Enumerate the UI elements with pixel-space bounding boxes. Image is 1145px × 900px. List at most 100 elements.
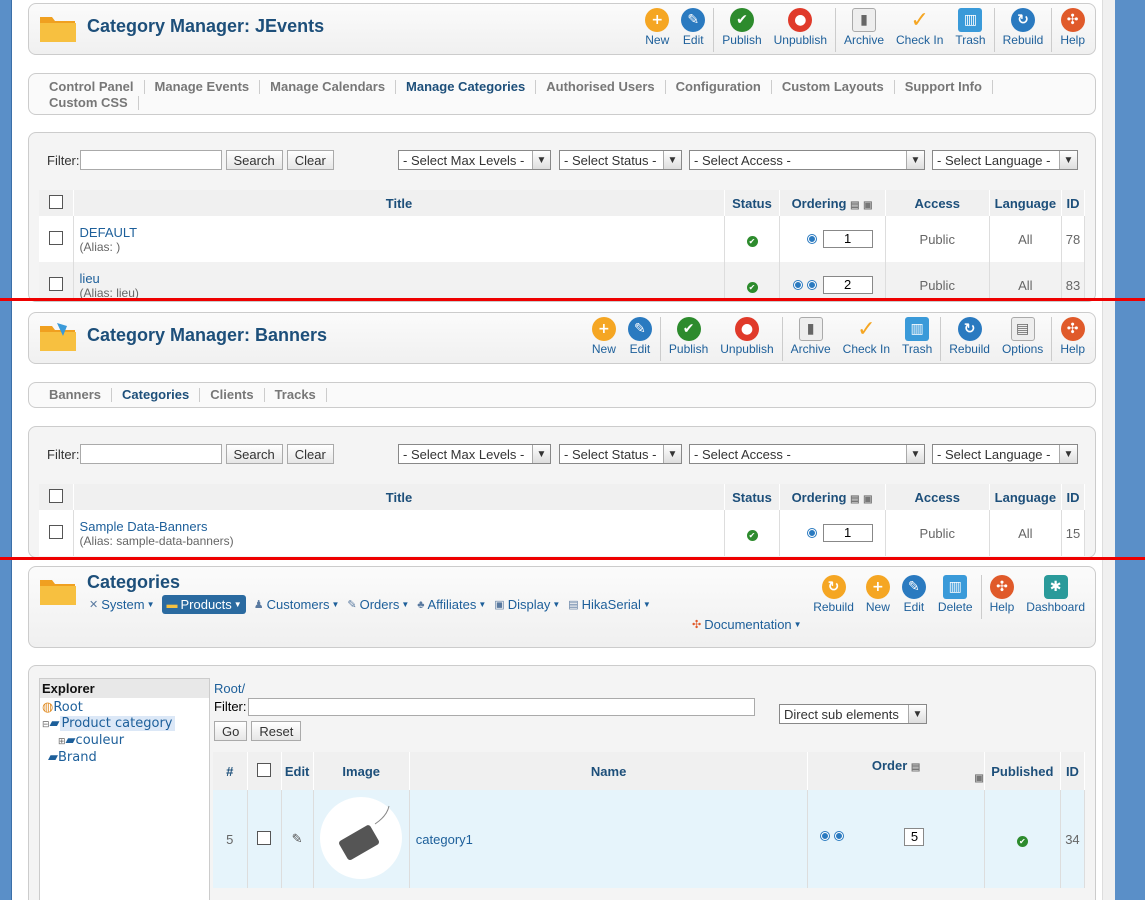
breadcrumb[interactable]: Root/ xyxy=(214,681,245,696)
tree-node-couleur[interactable]: ⊞▰couleur xyxy=(58,733,175,748)
tab-manage-events[interactable]: Manage Events xyxy=(145,80,261,94)
archive-button[interactable]: ▮ Archive xyxy=(785,317,837,356)
move-up-icon[interactable] xyxy=(821,832,830,840)
publish-button[interactable]: ✔ Publish xyxy=(716,8,767,47)
price-tag-image[interactable] xyxy=(319,796,403,880)
select-max-levels[interactable]: - Select Max Levels - ▼ xyxy=(398,444,551,464)
move-down-icon[interactable] xyxy=(808,529,817,537)
tree-node-product-category[interactable]: ⊟▰ Product category xyxy=(42,716,175,731)
publish-button[interactable]: ✔ Publish xyxy=(663,317,714,356)
help-button[interactable]: ✣ Help xyxy=(984,575,1021,614)
tab-configuration[interactable]: Configuration xyxy=(666,80,772,94)
menu-item-hikaserial[interactable]: ▤ HikaSerial ▼ xyxy=(568,597,651,612)
sort-icon[interactable]: ▤ xyxy=(850,494,859,505)
column-header-edit[interactable]: Edit xyxy=(281,752,314,790)
tab-banners[interactable]: Banners xyxy=(39,388,113,402)
scope-select[interactable]: Direct sub elements ▼ xyxy=(779,704,927,724)
move-down-icon[interactable] xyxy=(808,281,817,289)
order-input[interactable]: 1 xyxy=(822,524,873,542)
category-title-link[interactable]: lieu xyxy=(80,271,725,286)
search-button[interactable]: Search xyxy=(225,444,283,464)
save-order-icon[interactable]: ▣ xyxy=(863,200,872,211)
edit-pencil-icon[interactable]: ✎ xyxy=(281,790,314,888)
select-access[interactable]: - Select Access - ▼ xyxy=(689,150,925,170)
unpublish-button[interactable]: ● Unpublish xyxy=(768,8,833,47)
column-header-status[interactable]: Status xyxy=(724,190,780,216)
column-header-ordering[interactable]: Ordering ▤ ▣ xyxy=(779,484,886,510)
category-name-link[interactable]: category1 xyxy=(416,832,473,847)
rebuild-button[interactable]: ↻ Rebuild xyxy=(997,8,1050,47)
reset-button[interactable]: Reset xyxy=(251,721,302,741)
select-max-levels[interactable]: - Select Max Levels - ▼ xyxy=(398,150,551,170)
select-all-checkbox[interactable] xyxy=(48,194,63,209)
select-all-checkbox[interactable] xyxy=(257,762,272,777)
column-header-access[interactable]: Access xyxy=(885,484,990,510)
published-icon[interactable]: ✔ xyxy=(746,235,758,247)
filter-input[interactable] xyxy=(79,444,222,464)
column-header-ordering[interactable]: Ordering ▤ ▣ xyxy=(779,190,886,216)
menu-item-system[interactable]: ✕ System ▼ xyxy=(89,597,154,612)
tab-control-panel[interactable]: Control Panel xyxy=(39,80,145,94)
new-button[interactable]: + New xyxy=(860,575,896,614)
menu-item-documentation[interactable]: ✣ Documentation ▼ xyxy=(692,617,810,632)
tab-clients[interactable]: Clients xyxy=(200,388,265,402)
tab-manage-calendars[interactable]: Manage Calendars xyxy=(260,80,397,94)
column-header-id[interactable]: ID xyxy=(1061,484,1086,510)
trash-button[interactable]: ▥ Trash xyxy=(896,317,938,356)
row-checkbox[interactable] xyxy=(257,830,272,845)
category-title-link[interactable]: Sample Data-Banners xyxy=(80,519,725,534)
menu-item-products[interactable]: ▬ Products ▼ xyxy=(162,595,246,614)
rebuild-button[interactable]: ↻ Rebuild xyxy=(943,317,996,356)
go-button[interactable]: Go xyxy=(214,721,248,741)
menu-item-customers[interactable]: ♟ Customers ▼ xyxy=(254,597,340,612)
select-all-checkbox[interactable] xyxy=(48,488,63,503)
hika-filter-input[interactable] xyxy=(248,698,755,716)
edit-button[interactable]: ✎ Edit xyxy=(622,317,658,356)
column-header-image[interactable]: Image xyxy=(313,752,410,790)
search-button[interactable]: Search xyxy=(225,150,283,170)
row-checkbox[interactable] xyxy=(48,276,63,291)
select-status[interactable]: - Select Status - ▼ xyxy=(559,150,682,170)
check-in-button[interactable]: ✓ Check In xyxy=(890,8,949,48)
column-header-title[interactable]: Title xyxy=(73,190,726,216)
column-header-name[interactable]: Name xyxy=(409,752,809,790)
column-header-status[interactable]: Status xyxy=(724,484,780,510)
tab-categories[interactable]: Categories xyxy=(112,388,201,402)
move-down-icon[interactable] xyxy=(835,832,844,840)
check-in-button[interactable]: ✓ Check In xyxy=(837,317,896,357)
edit-button[interactable]: ✎ Edit xyxy=(896,575,932,614)
tab-support-info[interactable]: Support Info xyxy=(895,80,993,94)
tree-node-root[interactable]: ◍Root xyxy=(42,700,175,715)
order-input[interactable]: 2 xyxy=(822,276,873,294)
save-order-icon[interactable]: ▣ xyxy=(863,494,872,505)
trash-button[interactable]: ▥ Trash xyxy=(949,8,991,47)
tab-custom-layouts[interactable]: Custom Layouts xyxy=(772,80,895,94)
edit-button[interactable]: ✎ Edit xyxy=(675,8,711,47)
tab-manage-categories[interactable]: Manage Categories xyxy=(396,80,537,94)
column-header-language[interactable]: Language xyxy=(989,484,1062,510)
published-icon[interactable]: ✔ xyxy=(1016,835,1028,847)
help-button[interactable]: ✣ Help xyxy=(1054,8,1091,47)
menu-item-affiliates[interactable]: ♣ Affiliates ▼ xyxy=(417,597,486,612)
row-checkbox[interactable] xyxy=(48,524,63,539)
tab-tracks[interactable]: Tracks xyxy=(265,388,327,402)
filter-input[interactable] xyxy=(79,150,222,170)
menu-item-orders[interactable]: ✎ Orders ▼ xyxy=(347,597,409,612)
column-header-id[interactable]: ID xyxy=(1061,190,1086,216)
options-button[interactable]: ▤ Options xyxy=(996,317,1049,356)
column-header-language[interactable]: Language xyxy=(989,190,1062,216)
column-header-access[interactable]: Access xyxy=(885,190,990,216)
select-language[interactable]: - Select Language - ▼ xyxy=(932,150,1078,170)
dashboard-button[interactable]: ✱ Dashboard xyxy=(1020,575,1091,614)
save-order-icon[interactable]: ▣ xyxy=(808,773,983,784)
scrollbar[interactable] xyxy=(1102,0,1115,900)
clear-button[interactable]: Clear xyxy=(286,444,334,464)
move-down-icon[interactable] xyxy=(808,235,817,243)
order-input[interactable]: 5 xyxy=(904,828,925,846)
category-title-link[interactable]: DEFAULT xyxy=(80,225,725,240)
row-checkbox[interactable] xyxy=(48,230,63,245)
column-header-order[interactable]: Order ▤ ▣ xyxy=(807,752,985,790)
archive-button[interactable]: ▮ Archive xyxy=(838,8,890,47)
sort-icon[interactable]: ▤ xyxy=(911,762,920,773)
rebuild-button[interactable]: ↻ Rebuild xyxy=(807,575,860,614)
